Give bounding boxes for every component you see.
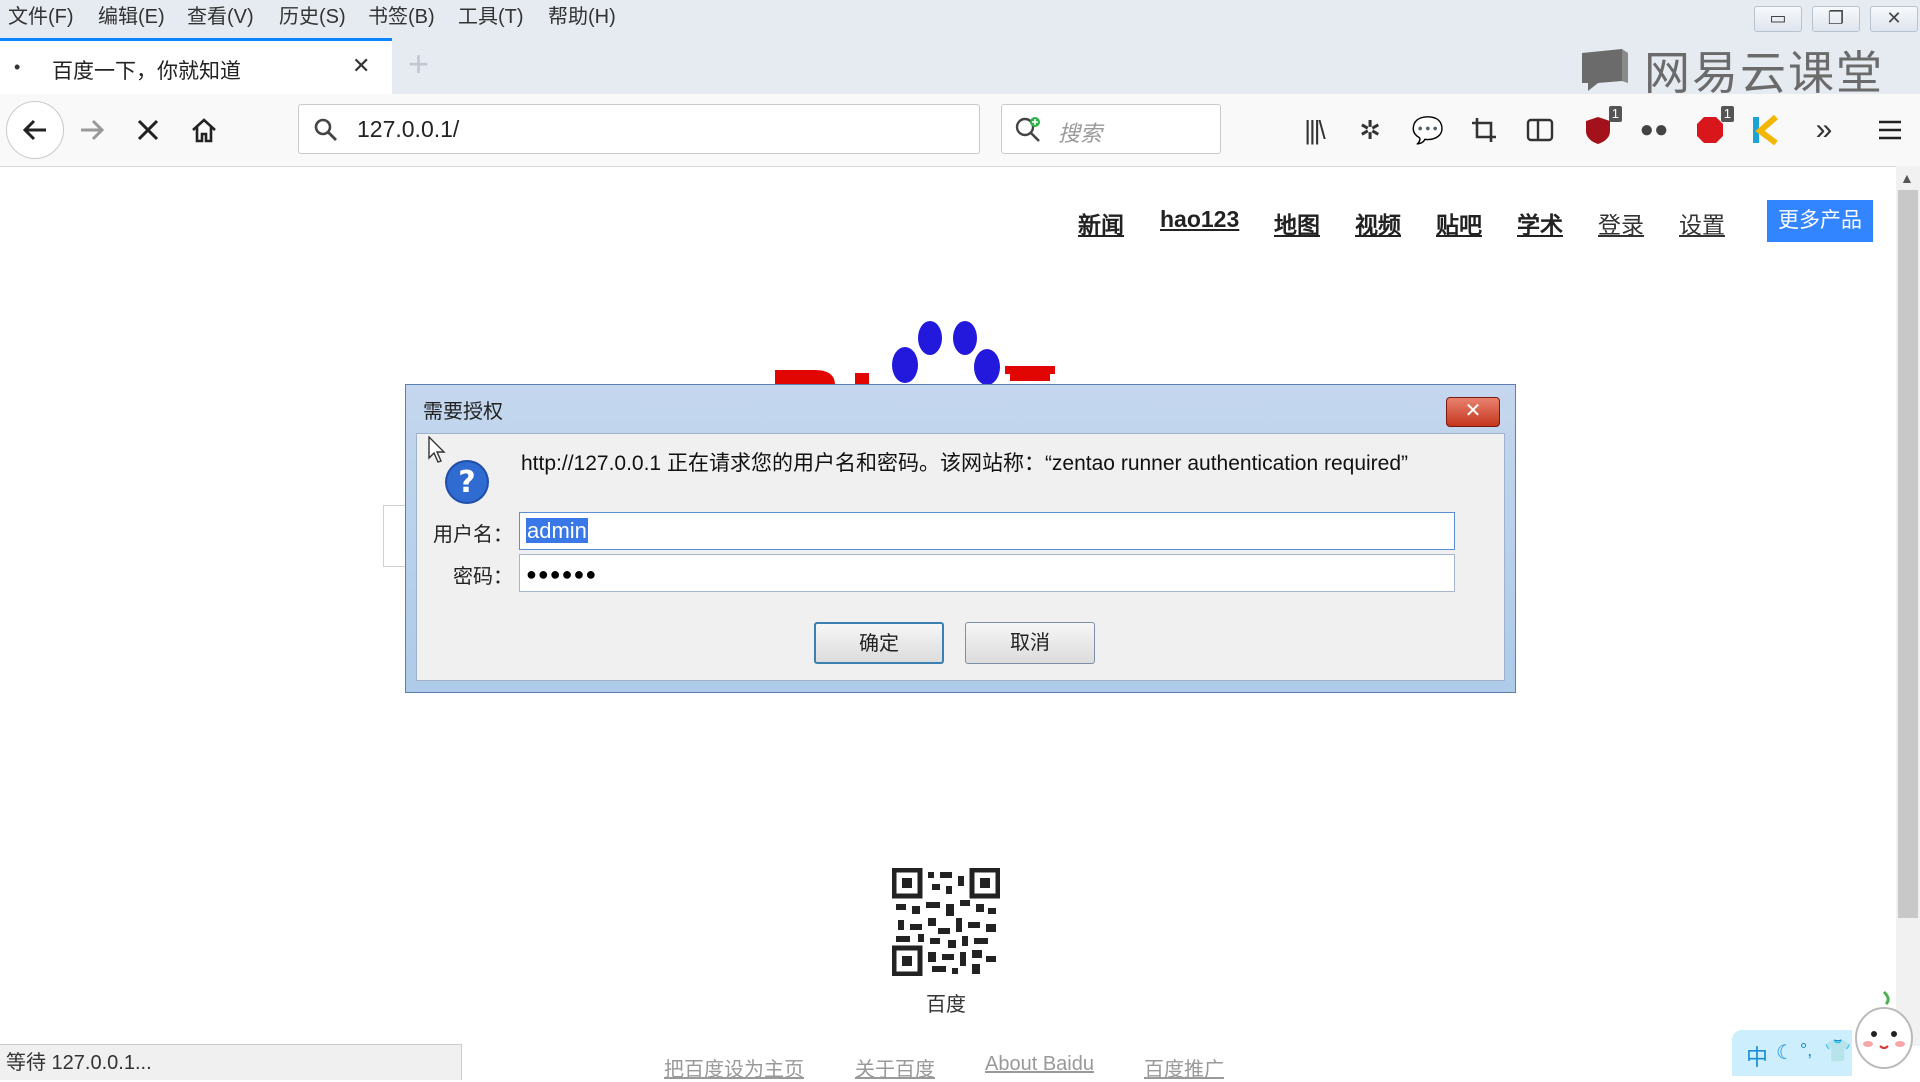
crop-icon xyxy=(1472,118,1496,142)
sidebar-icon xyxy=(1526,118,1554,142)
ublock-shield-icon xyxy=(1586,117,1610,144)
ime-toolbar[interactable]: 中 ☾ °, 👕 xyxy=(1732,1030,1852,1076)
menu-bar: 文件(F) 编辑(E) 查看(V) 历史(S) 书签(B) 工具(T) 帮助(H… xyxy=(0,0,1920,34)
status-bar: 等待 127.0.0.1... xyxy=(0,1044,462,1080)
ime-skin-icon[interactable]: 👕 xyxy=(1824,1038,1851,1064)
ime-punctuation-icon[interactable]: °, xyxy=(1800,1040,1812,1061)
tab-loading-dot: • xyxy=(14,57,21,77)
search-icon xyxy=(314,118,337,141)
footer-about-baidu-en[interactable]: About Baidu xyxy=(985,1053,1094,1076)
gear-icon: ✲ xyxy=(1359,114,1381,145)
adblock-badge: 1 xyxy=(1720,106,1734,122)
footer-set-homepage[interactable]: 把百度设为主页 xyxy=(664,1053,804,1082)
home-button[interactable] xyxy=(186,112,222,148)
nav-map[interactable]: 地图 xyxy=(1274,206,1320,240)
ublock-badge: 1 xyxy=(1608,106,1622,122)
hamburger-icon xyxy=(1879,120,1901,140)
k-logo-icon xyxy=(1753,115,1778,145)
back-button[interactable] xyxy=(6,101,64,159)
extension-dots-icon: ●● xyxy=(1639,116,1669,143)
nav-tieba[interactable]: 贴吧 xyxy=(1436,206,1482,240)
tab-title: 百度一下，你就知道 xyxy=(52,60,241,83)
dialog-message: http://127.0.0.1 正在请求您的用户名和密码。该网站称：“zent… xyxy=(521,452,1409,475)
adblock-button[interactable]: 1 xyxy=(1692,106,1734,148)
dialog-body: ? http://127.0.0.1 正在请求您的用户名和密码。该网站称：“ze… xyxy=(416,433,1505,681)
library-button[interactable]: |||\ xyxy=(1296,112,1332,148)
more-products-button[interactable]: 更多产品 xyxy=(1767,200,1873,242)
stop-x-icon xyxy=(137,119,159,141)
forward-arrow-icon xyxy=(81,119,105,141)
search-placeholder: 搜索 xyxy=(1058,121,1103,146)
ime-mascot-icon xyxy=(1855,990,1913,1069)
netease-logo-icon xyxy=(1582,49,1628,91)
tab-close-icon[interactable]: ✕ xyxy=(352,53,370,79)
mouse-cursor-icon xyxy=(428,436,446,463)
back-arrow-icon xyxy=(22,119,46,141)
nav-news[interactable]: 新闻 xyxy=(1078,206,1124,240)
search-engine-icon xyxy=(1015,117,1040,142)
menu-view[interactable]: 查看(V) xyxy=(187,0,254,34)
dialog-close-button[interactable]: ✕ xyxy=(1446,397,1500,427)
scroll-up-arrow-icon[interactable]: ▲ xyxy=(1900,170,1914,186)
password-value: ●●●●●● xyxy=(526,564,598,584)
forward-button[interactable] xyxy=(74,112,110,148)
settings-button[interactable]: ✲ xyxy=(1352,112,1388,148)
username-field[interactable]: admin xyxy=(519,512,1455,550)
tab-baidu[interactable]: • 百度一下，你就知道 ✕ xyxy=(0,38,392,94)
baidu-logo xyxy=(775,321,1055,387)
question-icon: ? xyxy=(445,460,489,504)
menu-edit[interactable]: 编辑(E) xyxy=(98,0,165,34)
double-chevron-icon: » xyxy=(1815,113,1833,146)
chat-button[interactable]: 💬 xyxy=(1410,112,1446,148)
nav-video[interactable]: 视频 xyxy=(1355,206,1401,240)
footer-baidu-promotion[interactable]: 百度推广 xyxy=(1144,1053,1224,1082)
minimize-button[interactable]: ▭ xyxy=(1754,6,1802,32)
menu-bookmarks[interactable]: 书签(B) xyxy=(368,0,435,34)
dialog-title: 需要授权 xyxy=(423,401,503,423)
username-value: admin xyxy=(526,518,588,543)
url-bar[interactable]: 127.0.0.1/ xyxy=(298,104,980,154)
username-label: 用户名： xyxy=(433,524,513,546)
menu-tools[interactable]: 工具(T) xyxy=(458,0,524,34)
overflow-button[interactable]: » xyxy=(1806,112,1842,148)
ime-chinese-mode[interactable]: 中 xyxy=(1746,1040,1768,1072)
ime-moon-icon[interactable]: ☾ xyxy=(1776,1040,1794,1065)
nav-xueshu[interactable]: 学术 xyxy=(1517,206,1563,240)
qr-code xyxy=(892,868,1000,976)
password-field[interactable]: ●●●●●● xyxy=(519,554,1455,592)
home-icon xyxy=(192,118,216,143)
crop-button[interactable] xyxy=(1466,112,1502,148)
url-text: 127.0.0.1/ xyxy=(357,116,460,142)
ublock-button[interactable]: 1 xyxy=(1580,106,1622,148)
menu-history[interactable]: 历史(S) xyxy=(279,0,346,34)
watermark-netease: 网易云课堂 xyxy=(1578,44,1884,99)
search-bar[interactable]: 搜索 xyxy=(1001,104,1221,154)
hamburger-menu-button[interactable] xyxy=(1872,112,1908,148)
auth-dialog: 需要授权 ✕ ? http://127.0.0.1 正在请求您的用户名和密码。该… xyxy=(405,384,1516,693)
footer-about-baidu[interactable]: 关于百度 xyxy=(855,1053,935,1082)
extension-button[interactable]: ●● xyxy=(1636,112,1672,148)
stop-button[interactable] xyxy=(130,112,166,148)
new-tab-button[interactable]: + xyxy=(408,44,429,84)
k-extension-button[interactable] xyxy=(1748,112,1784,148)
menu-file[interactable]: 文件(F) xyxy=(8,0,74,34)
library-icon: |||\ xyxy=(1304,114,1325,145)
cancel-button[interactable]: 取消 xyxy=(965,622,1095,664)
nav-settings[interactable]: 设置 xyxy=(1679,206,1725,240)
svg-text:?: ? xyxy=(458,465,475,500)
restore-button[interactable]: ❐ xyxy=(1812,6,1860,32)
window-close-button[interactable]: ✕ xyxy=(1870,6,1918,32)
nav-login[interactable]: 登录 xyxy=(1598,206,1644,240)
ok-button[interactable]: 确定 xyxy=(814,622,944,664)
scrollbar-thumb[interactable] xyxy=(1898,190,1918,918)
nav-hao123[interactable]: hao123 xyxy=(1160,206,1239,233)
qr-caption: 百度 xyxy=(926,994,966,1016)
sidebar-button[interactable] xyxy=(1522,112,1558,148)
speech-bubble-icon: 💬 xyxy=(1411,114,1445,145)
password-label: 密码： xyxy=(453,566,513,588)
menu-help[interactable]: 帮助(H) xyxy=(548,0,616,34)
